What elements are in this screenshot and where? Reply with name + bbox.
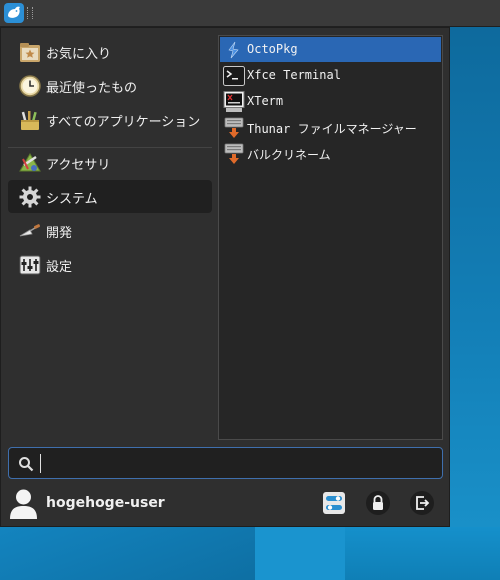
settings-manager-button[interactable] (321, 490, 347, 516)
category-recent[interactable]: 最近使ったもの (8, 69, 212, 102)
panel-handle[interactable] (27, 7, 33, 19)
category-development[interactable]: 開発 (8, 214, 212, 247)
category-label: アクセサリ (46, 158, 111, 173)
app-label: Xfce Terminal (247, 68, 341, 82)
terminal-icon (223, 65, 245, 87)
desktop-wallpaper-right (450, 27, 500, 527)
app-item-xterm[interactable]: XTerm (220, 89, 441, 114)
app-item-bulk-rename[interactable]: バルクリネーム (220, 141, 441, 166)
lock-screen-button[interactable] (365, 490, 391, 516)
lock-screen-icon (366, 491, 390, 515)
user-avatar-icon (9, 488, 38, 519)
search-input[interactable] (39, 453, 438, 475)
development-trowel-icon (18, 219, 42, 243)
category-settings[interactable]: 設定 (8, 248, 212, 281)
username: hogehoge-user (46, 495, 165, 511)
whisker-menu-icon[interactable] (4, 3, 24, 23)
category-label: すべてのアプリケーション (46, 115, 201, 130)
file-manager-icon (223, 117, 245, 139)
application-list: OctoPkg Xfce Terminal XTerm Thunar ファイルマ… (218, 35, 443, 440)
category-all-applications[interactable]: すべてのアプリケーション (8, 103, 212, 136)
settings-manager-icon (323, 492, 345, 514)
desktop-wallpaper-shape (345, 527, 500, 580)
settings-icon (18, 253, 42, 277)
accessories-icon (18, 151, 42, 175)
text-cursor (40, 454, 41, 473)
search-box[interactable] (8, 447, 443, 479)
category-label: お気に入り (46, 47, 112, 62)
app-label: OctoPkg (247, 42, 298, 56)
system-gear-icon (18, 185, 42, 209)
app-label: Thunar ファイルマネージャー (247, 122, 417, 136)
search-icon (18, 456, 34, 472)
category-system[interactable]: システム (8, 180, 212, 213)
app-item-octopkg[interactable]: OctoPkg (220, 37, 441, 62)
category-accessories[interactable]: アクセサリ (8, 146, 212, 179)
category-label: システム (46, 192, 98, 207)
category-label: 設定 (46, 260, 73, 275)
all-applications-icon (18, 108, 42, 132)
top-panel (0, 0, 500, 27)
log-out-button[interactable] (409, 490, 435, 516)
app-label: XTerm (247, 94, 284, 108)
category-label: 開発 (46, 226, 73, 241)
recent-clock-icon (18, 74, 42, 98)
log-out-icon (410, 491, 434, 515)
app-label: バルクリネーム (247, 148, 331, 162)
category-label: 最近使ったもの (46, 81, 138, 96)
bulk-rename-icon (223, 143, 245, 165)
octopkg-icon (223, 39, 245, 61)
app-item-xfce-terminal[interactable]: Xfce Terminal (220, 63, 441, 88)
favorites-icon (18, 40, 42, 64)
category-favorites[interactable]: お気に入り (8, 35, 212, 68)
app-item-thunar[interactable]: Thunar ファイルマネージャー (220, 115, 441, 140)
xterm-icon (223, 91, 245, 113)
whisker-menu: お気に入り 最近使ったもの すべてのアプリケーション アクセサリ システム 開発… (0, 27, 450, 527)
desktop-wallpaper-shape (255, 527, 345, 580)
desktop-wallpaper-shape (0, 527, 255, 580)
